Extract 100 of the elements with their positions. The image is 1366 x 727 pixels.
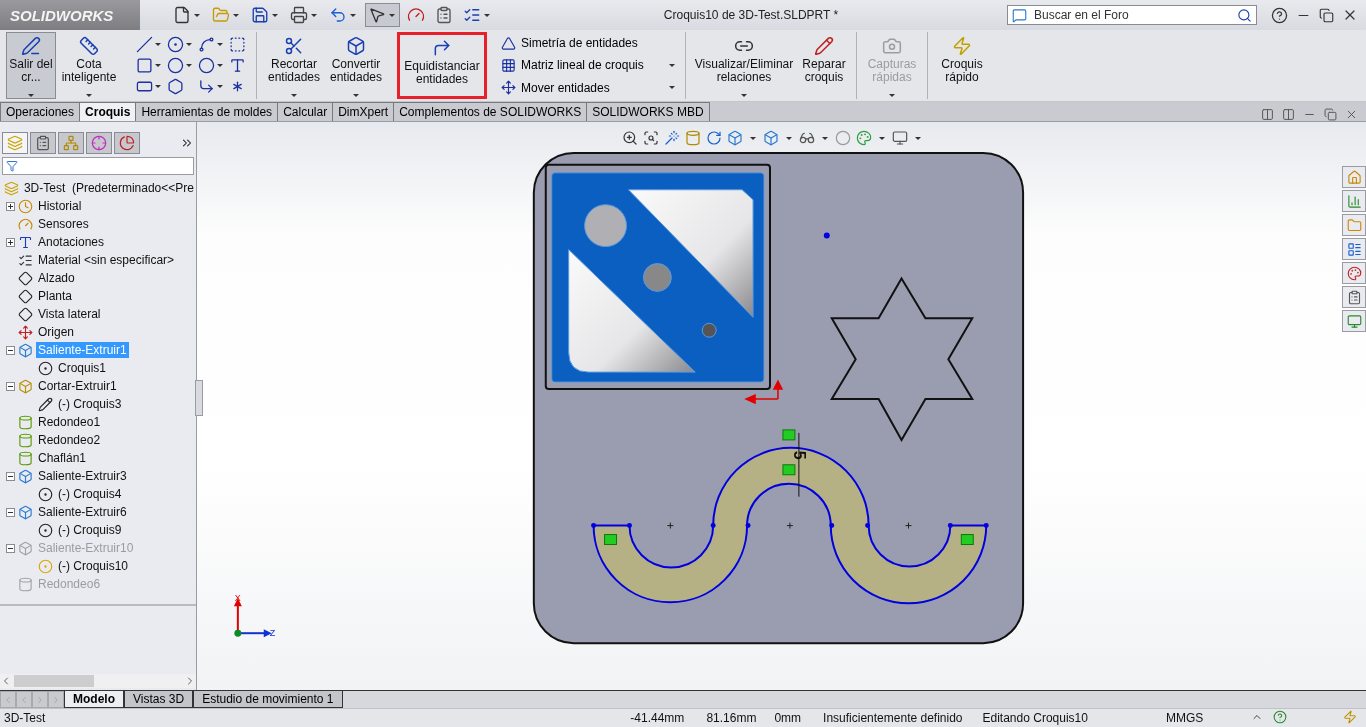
expand-icon[interactable] [180,136,194,150]
task-pane-button[interactable] [1342,190,1366,212]
printer-icon[interactable] [290,6,308,24]
task-pane-button[interactable] [1342,238,1366,260]
restore-icon[interactable] [1319,7,1334,23]
ribbon-tab[interactable]: Operaciones [0,102,81,121]
checklist-icon[interactable] [463,6,481,24]
axis-label: X [234,593,241,604]
restore-icon[interactable] [1324,108,1337,121]
options-icon[interactable] [435,6,453,24]
ribbon-button[interactable]: Salir del cr... [6,32,56,99]
tree-item[interactable]: Vista lateral [36,306,103,322]
feature-tree-tab[interactable] [2,132,28,154]
tree-item[interactable]: Sensores [36,216,91,232]
tree-item[interactable]: (-) Croquis3 [56,396,124,412]
tree-item[interactable]: (-) Croquis4 [56,486,124,502]
circle-icon[interactable] [167,36,184,53]
rotate-icon[interactable] [706,130,722,146]
task-pane-button[interactable] [1342,262,1366,284]
dimension-value[interactable]: 5 [790,450,808,460]
pointer-icon[interactable] [368,6,386,24]
expand-icon[interactable] [6,201,15,211]
filter-field[interactable] [2,157,194,175]
ribbon-tab[interactable]: DimXpert [332,102,395,121]
help-icon[interactable] [1271,6,1288,24]
model-tab[interactable]: Modelo [64,691,124,708]
ribbon-list-button[interactable]: Mover entidades [499,79,679,97]
dimxpert-tab[interactable] [86,132,112,154]
collapse-icon[interactable] [6,345,15,355]
tree-item[interactable]: Redondeo2 [36,432,103,448]
polygon-icon[interactable] [167,78,184,95]
ribbon-list-button[interactable]: Simetría de entidades [499,34,679,52]
search-input[interactable]: Buscar en el Foro [1032,7,1232,23]
zoom-icon[interactable] [622,130,638,146]
palette-icon [1346,265,1362,281]
centerpoint-mark [666,522,674,530]
ribbon-button[interactable]: Croquis rápido [934,32,990,99]
collapse-icon[interactable] [6,381,15,391]
search-field[interactable]: Buscar en el Foro [1007,5,1257,25]
undo-icon[interactable] [329,6,347,24]
tree-item[interactable]: Saliente-Extruir3 [36,468,129,484]
zoom-area-icon[interactable] [643,130,659,146]
tree-item[interactable]: Origen [36,324,77,340]
task-pane-button[interactable] [1342,286,1366,308]
scene-icon[interactable] [856,130,872,146]
tree-item[interactable]: Anotaciones [36,234,107,250]
text-icon[interactable] [229,57,246,74]
tile-right-icon[interactable] [1282,108,1295,121]
collapse-icon[interactable] [6,471,15,481]
tree-item[interactable]: Material <sin especificar> [36,252,177,268]
ribbon-button[interactable]: Equidistanciar entidades [397,32,487,99]
tree-item[interactable]: Saliente-Extruir6 [36,504,129,520]
tree-item[interactable]: Croquis1 [56,360,109,376]
sketch-point [865,523,871,529]
graphics-area[interactable]: 5 X Z [197,122,1366,690]
tile-left-icon[interactable] [1261,108,1274,121]
search-icon[interactable] [1237,7,1252,23]
spline-icon[interactable] [198,36,215,53]
new-file-icon[interactable] [173,6,191,24]
tree-item[interactable]: Chaflán1 [36,450,89,466]
view-orientation-icon[interactable] [727,130,743,146]
display-tab[interactable] [114,132,140,154]
display-style-icon[interactable] [763,130,779,146]
caret-icon [155,64,161,67]
ribbon-list-button[interactable]: Matriz lineal de croquis [499,57,679,74]
property-tab[interactable] [30,132,56,154]
ribbon-tab[interactable]: Croquis [79,102,137,121]
tree-item[interactable]: 3D-Test (Predeterminado<<Pre [21,180,196,196]
caret-icon [186,64,192,67]
model-tab[interactable]: Estudio de movimiento 1 [193,691,343,708]
glasses-icon[interactable] [799,130,815,146]
model-tab[interactable]: Vistas 3D [124,691,194,708]
close-icon[interactable] [1345,108,1358,121]
ribbon-button[interactable]: Cota inteligente [58,32,120,99]
view-settings-icon[interactable] [892,130,908,146]
tree-item[interactable]: (-) Croquis9 [56,522,124,538]
task-pane-button[interactable] [1342,310,1366,332]
x-coordinate: -41.44mm [630,711,685,725]
save-icon[interactable] [251,6,269,24]
tree-item[interactable]: Redondeo1 [36,414,103,430]
line-icon[interactable] [136,36,153,53]
ribbon-tab[interactable]: Complementos de SOLIDWORKS [393,102,588,121]
dashed-rectangle-icon[interactable] [229,36,246,53]
clipboard-icon [35,135,51,151]
tree-item[interactable]: Historial [36,198,84,214]
ribbon-button[interactable]: Convertir entidades [327,32,385,99]
ribbon-tab[interactable]: SOLIDWORKS MBD [586,102,710,121]
unit-system[interactable]: MMGS [1165,711,1204,725]
ribbon-button[interactable]: Reparar croquis [798,32,850,99]
tree-item[interactable]: Alzado [36,270,77,286]
ribbon-button[interactable]: Recortar entidades [263,32,325,99]
ribbon-button[interactable]: Visualizar/Eliminar relaciones [692,32,796,99]
z-coordinate: 0mm [774,711,802,725]
rectangle-icon[interactable] [136,57,153,74]
app-logo: SOLIDWORKS [0,0,140,30]
tree-item[interactable]: Cortar-Extruir1 [36,378,119,394]
collapse-icon[interactable] [6,507,15,517]
expand-icon[interactable] [6,237,15,247]
tree-item[interactable]: Planta [36,288,75,304]
caret-icon [155,43,161,46]
